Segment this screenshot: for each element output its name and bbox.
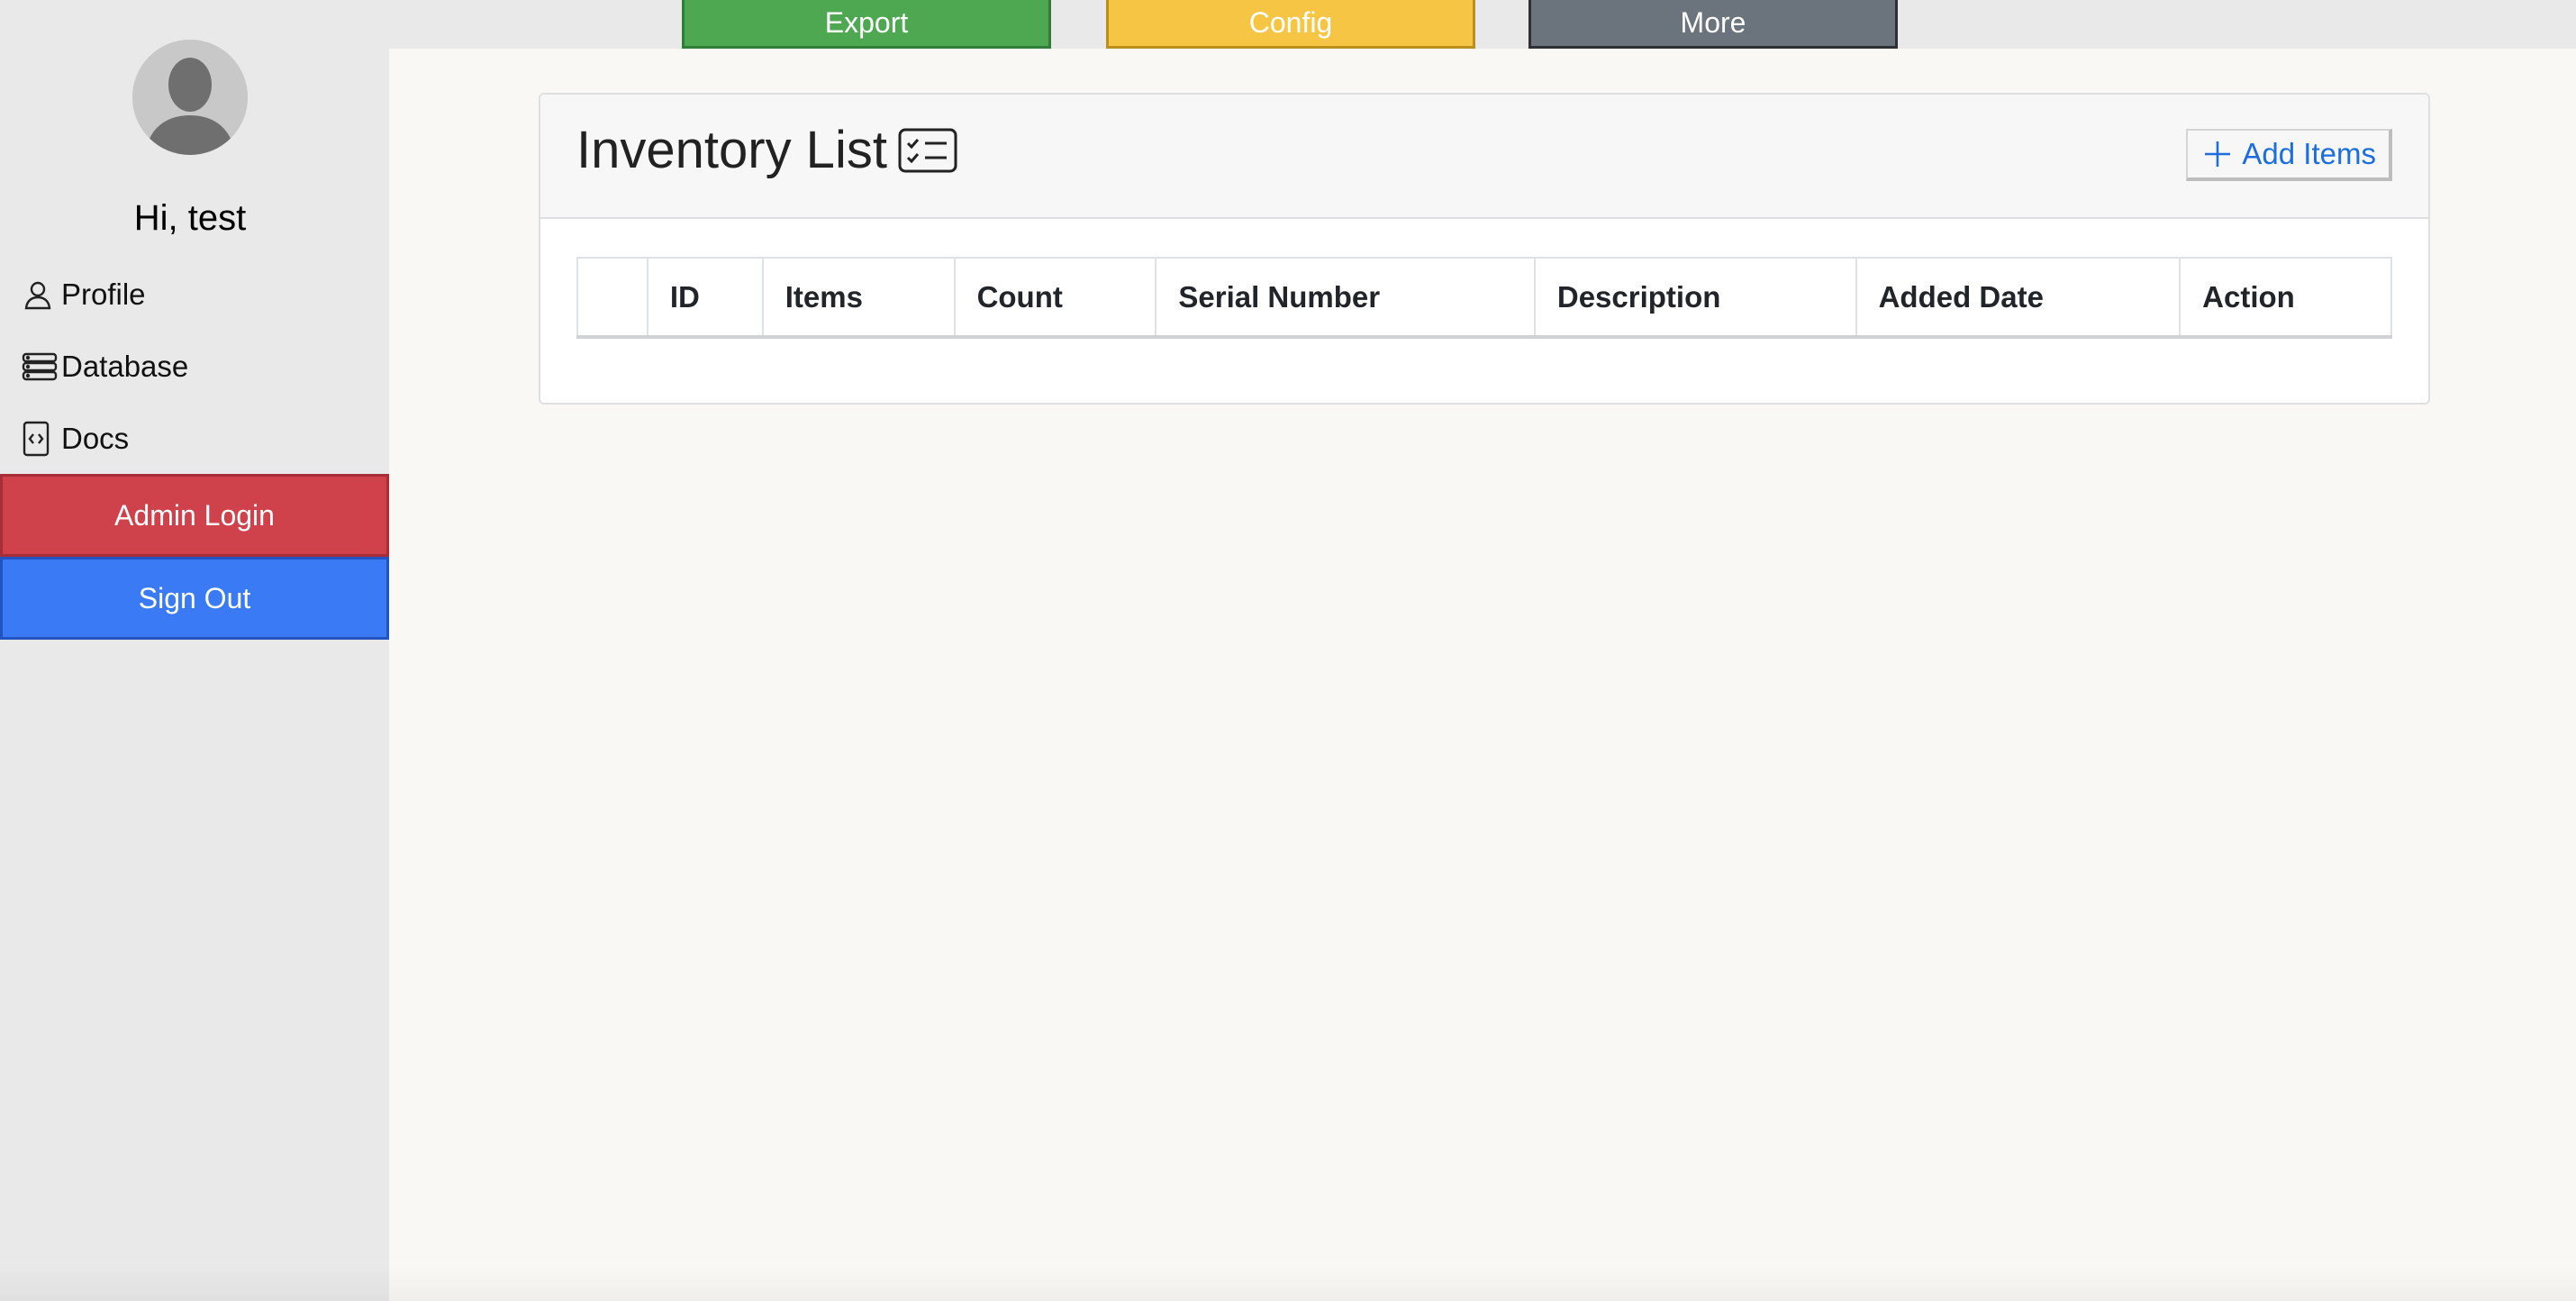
- page-title-text: Inventory List: [576, 121, 887, 179]
- avatar-icon: [132, 40, 248, 155]
- page-title: Inventory List: [576, 120, 957, 180]
- sidebar: Hi, test Profile Database Docs Admin Log…: [0, 0, 389, 1301]
- checklist-icon: [898, 128, 957, 173]
- column-header-action[interactable]: Action: [2179, 257, 2392, 339]
- bottom-shadow: [0, 1265, 2576, 1301]
- card-header: Inventory List Add Items: [540, 95, 2428, 219]
- plus-icon: [2202, 138, 2235, 170]
- main-content: Inventory List Add Items ID Items Count …: [389, 49, 2576, 1301]
- export-button[interactable]: Export: [682, 0, 1051, 49]
- column-header-items[interactable]: Items: [761, 257, 956, 339]
- column-header-serial-number[interactable]: Serial Number: [1155, 257, 1536, 339]
- sidebar-item-label: Database: [61, 350, 189, 383]
- column-header-select[interactable]: [576, 257, 649, 339]
- add-items-label: Add Items: [2242, 137, 2376, 170]
- add-items-button[interactable]: Add Items: [2186, 129, 2392, 181]
- column-header-id[interactable]: ID: [646, 257, 764, 339]
- config-button[interactable]: Config: [1106, 0, 1475, 49]
- admin-login-button[interactable]: Admin Login: [0, 474, 389, 557]
- database-icon: [22, 347, 61, 387]
- column-header-added-date[interactable]: Added Date: [1855, 257, 2181, 339]
- sidebar-item-docs[interactable]: Docs: [22, 412, 129, 466]
- table-header-row: ID Items Count Serial Number Description…: [576, 257, 2392, 339]
- column-header-count[interactable]: Count: [953, 257, 1157, 339]
- sidebar-item-database[interactable]: Database: [22, 340, 188, 394]
- inventory-table: ID Items Count Serial Number Description…: [576, 257, 2392, 339]
- column-header-description[interactable]: Description: [1533, 257, 1857, 339]
- sidebar-item-label: Profile: [61, 277, 146, 311]
- sidebar-item-label: Docs: [61, 422, 130, 455]
- code-file-icon: [22, 419, 61, 459]
- person-icon: [22, 275, 61, 314]
- sidebar-item-profile[interactable]: Profile: [22, 268, 146, 322]
- inventory-card: Inventory List Add Items ID Items Count …: [539, 93, 2430, 405]
- greeting-text: Hi, test: [133, 198, 247, 238]
- sign-out-button[interactable]: Sign Out: [0, 557, 389, 640]
- more-button[interactable]: More: [1528, 0, 1898, 49]
